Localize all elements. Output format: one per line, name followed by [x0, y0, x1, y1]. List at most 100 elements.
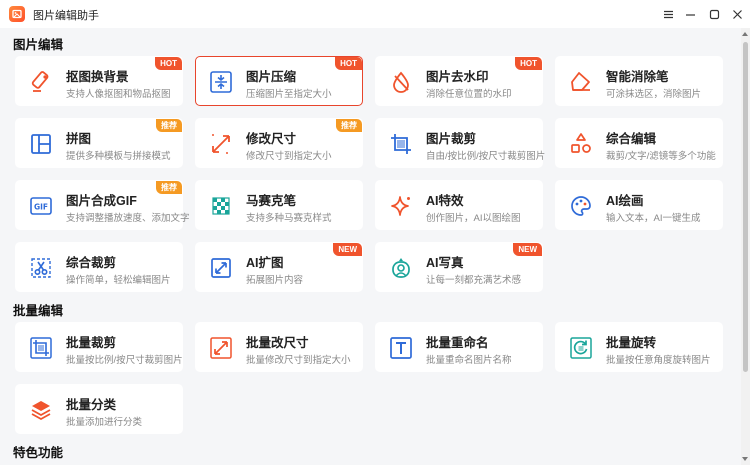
card-name: 马赛克笔: [246, 194, 297, 208]
minimize-icon[interactable]: [680, 4, 700, 24]
card-resize[interactable]: 修改尺寸 修改尺寸到指定大小 推荐: [195, 118, 363, 168]
recommend-badge: 推荐: [156, 181, 182, 194]
batch-resize-icon: [208, 335, 234, 361]
mosaic-icon: [208, 193, 234, 219]
card-desc: 批量按任意角度旋转图片: [606, 355, 711, 366]
card-name: AI扩图: [246, 256, 284, 270]
card-desc: 裁剪/文字/滤镜等多个功能: [606, 151, 716, 162]
app-title: 图片编辑助手: [33, 10, 99, 22]
card-desc: 批量修改尺寸到指定大小: [246, 355, 351, 366]
card-name: AI特效: [426, 194, 464, 208]
card-gif-maker[interactable]: GIF 图片合成GIF 支持调整播放速度、添加文字 推荐: [15, 180, 190, 230]
card-name: AI写真: [426, 256, 464, 270]
card-desc: 支持多种马赛克样式: [246, 213, 332, 224]
hot-badge: HOT: [335, 57, 362, 70]
card-name: 拼图: [66, 132, 92, 146]
scroll-down-arrow-icon[interactable]: [742, 457, 748, 461]
card-desc: 输入文本，AI一键生成: [606, 213, 701, 224]
card-crop[interactable]: 图片裁剪 自由/按比例/按尺寸裁剪图片: [375, 118, 546, 168]
rename-icon: [388, 335, 414, 361]
card-name: 图片合成GIF: [66, 194, 137, 208]
drop-icon: [388, 69, 414, 95]
eraser-pen-icon: [568, 69, 594, 95]
palette-icon: [568, 193, 594, 219]
card-name: 批量分类: [66, 398, 117, 412]
card-desc: 操作简单，轻松编辑图片: [66, 275, 171, 286]
title-bar: 图片编辑助手: [0, 0, 750, 28]
card-desc: 压缩图片至指定大小: [246, 89, 332, 100]
new-badge: NEW: [333, 243, 362, 256]
crop-icon: [388, 131, 414, 157]
card-remove-watermark[interactable]: 图片去水印 消除任意位置的水印 HOT: [375, 56, 543, 106]
card-mosaic-pen[interactable]: 马赛克笔 支持多种马赛克样式: [195, 180, 363, 230]
scrollbar[interactable]: [741, 28, 750, 465]
card-batch-crop[interactable]: 批量裁剪 批量按比例/按尺寸裁剪图片: [15, 322, 183, 372]
new-badge: NEW: [513, 243, 542, 256]
section-title-image-edit: 图片编辑: [13, 38, 64, 52]
recommend-badge: 推荐: [156, 119, 182, 132]
card-desc: 拓展图片内容: [246, 275, 304, 286]
card-desc: 修改尺寸到指定大小: [246, 151, 332, 162]
card-name: 综合裁剪: [66, 256, 117, 270]
main-content: 图片编辑 抠图换背景 支持人像抠图和物品抠图 HOT 图片压缩 压缩图片至指定大…: [0, 28, 741, 465]
resize-icon: [208, 131, 234, 157]
card-name: 图片裁剪: [426, 132, 477, 146]
card-cutout-background[interactable]: 抠图换背景 支持人像抠图和物品抠图 HOT: [15, 56, 183, 106]
card-batch-rotate[interactable]: 批量旋转 批量按任意角度旋转图片: [555, 322, 723, 372]
menu-icon[interactable]: [658, 4, 678, 24]
close-icon[interactable]: [727, 4, 747, 24]
card-desc: 让每一刻都充满艺术感: [426, 275, 522, 286]
card-batch-classify[interactable]: 批量分类 批量添加进行分类: [15, 384, 183, 434]
card-name: 智能消除笔: [606, 70, 669, 84]
card-name: 图片压缩: [246, 70, 297, 84]
card-collage[interactable]: 拼图 提供多种模板与拼接模式 推荐: [15, 118, 183, 168]
card-name: AI绘画: [606, 194, 644, 208]
expand-icon: [208, 255, 234, 281]
card-desc: 消除任意位置的水印: [426, 89, 512, 100]
svg-text:GIF: GIF: [34, 203, 48, 212]
card-ai-portrait[interactable]: AI写真 让每一刻都充满艺术感 NEW: [375, 242, 543, 292]
eraser-icon: [28, 69, 54, 95]
card-image-compress[interactable]: 图片压缩 压缩图片至指定大小 HOT: [195, 56, 363, 106]
card-ai-painting[interactable]: AI绘画 输入文本，AI一键生成: [555, 180, 723, 230]
card-ai-expand[interactable]: AI扩图 拓展图片内容 NEW: [195, 242, 363, 292]
sparkle-icon: [388, 193, 414, 219]
card-smart-eraser[interactable]: 智能消除笔 可涂抹选区，消除图片: [555, 56, 723, 106]
shapes-icon: [568, 131, 594, 157]
hot-badge: HOT: [515, 57, 542, 70]
card-desc: 批量重命名图片名称: [426, 355, 512, 366]
card-name: 批量旋转: [606, 336, 657, 350]
recommend-badge: 推荐: [336, 119, 362, 132]
card-name: 修改尺寸: [246, 132, 297, 146]
compress-icon: [208, 69, 234, 95]
card-name: 批量改尺寸: [246, 336, 309, 350]
gif-icon: GIF: [28, 193, 54, 219]
card-name: 抠图换背景: [66, 70, 129, 84]
card-desc: 支持人像抠图和物品抠图: [66, 89, 171, 100]
section-title-featured: 特色功能: [13, 446, 64, 460]
portrait-icon: [388, 255, 414, 281]
collage-icon: [28, 131, 54, 157]
layers-icon: [28, 397, 54, 423]
scroll-thumb[interactable]: [743, 42, 748, 372]
section-title-batch-edit: 批量编辑: [13, 304, 64, 318]
card-desc: 批量添加进行分类: [66, 417, 143, 428]
rotate-icon: [568, 335, 594, 361]
card-desc: 批量按比例/按尺寸裁剪图片: [66, 355, 183, 366]
hot-badge: HOT: [155, 57, 182, 70]
card-ai-effect[interactable]: AI特效 创作图片，AI以图绘图: [375, 180, 543, 230]
card-desc: 自由/按比例/按尺寸裁剪图片: [426, 151, 546, 162]
card-name: 批量裁剪: [66, 336, 117, 350]
card-name: 批量重命名: [426, 336, 489, 350]
card-comprehensive-edit[interactable]: 综合编辑 裁剪/文字/滤镜等多个功能: [555, 118, 723, 168]
scissors-icon: [28, 255, 54, 281]
card-name: 综合编辑: [606, 132, 657, 146]
app-logo-icon: [9, 6, 25, 22]
scroll-up-arrow-icon[interactable]: [742, 32, 748, 36]
card-desc: 支持调整播放速度、添加文字: [66, 213, 190, 224]
card-batch-resize[interactable]: 批量改尺寸 批量修改尺寸到指定大小: [195, 322, 363, 372]
card-batch-rename[interactable]: 批量重命名 批量重命名图片名称: [375, 322, 543, 372]
card-comprehensive-crop[interactable]: 综合裁剪 操作简单，轻松编辑图片: [15, 242, 183, 292]
maximize-icon[interactable]: [704, 4, 724, 24]
card-name: 图片去水印: [426, 70, 489, 84]
